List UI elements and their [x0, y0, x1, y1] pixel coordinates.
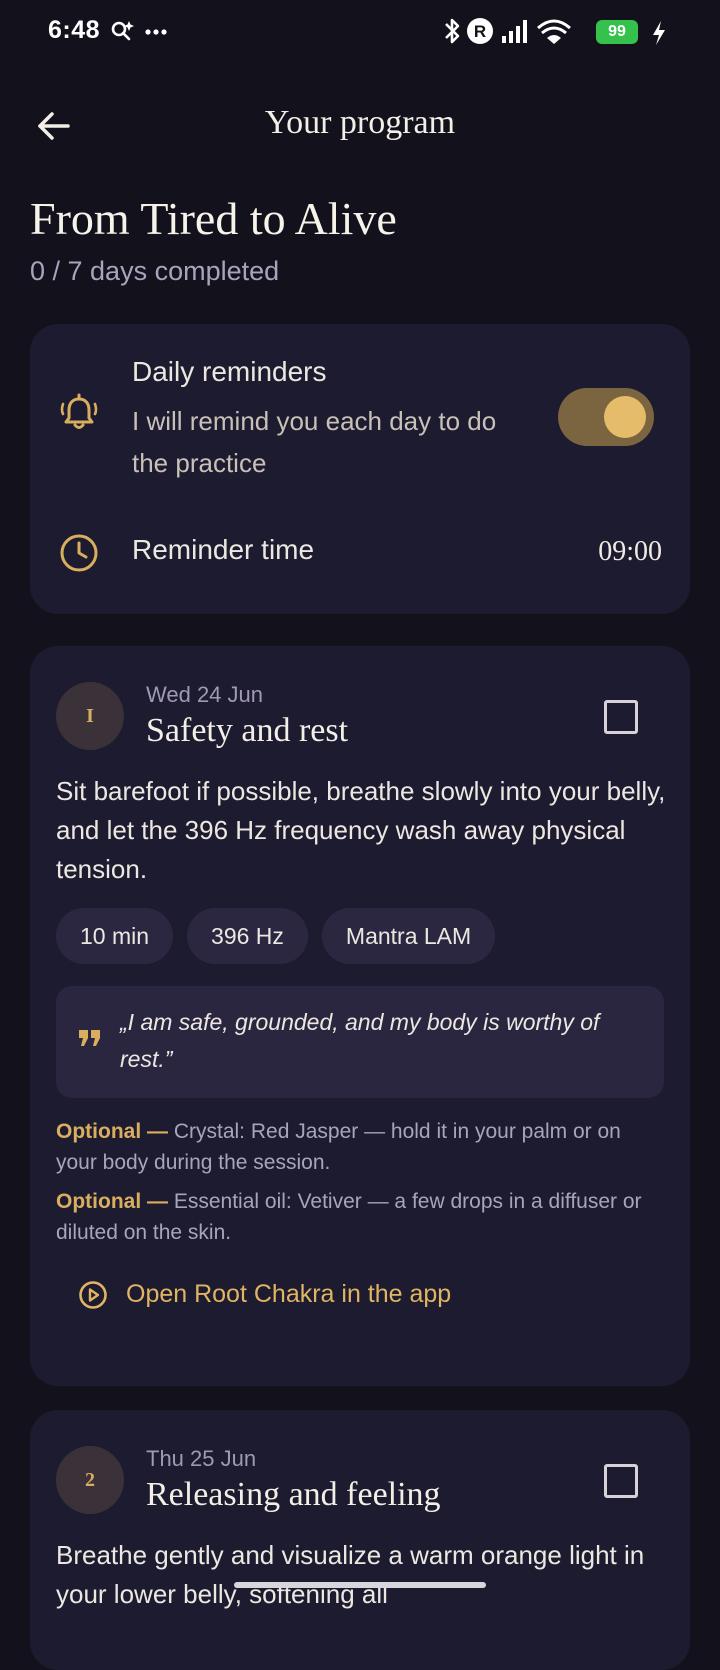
- bell-icon: [60, 393, 98, 429]
- search-sparkle-icon: [111, 21, 167, 41]
- day-description: Breathe gently and visualize a warm oran…: [56, 1540, 645, 1609]
- r-badge-icon: R: [467, 18, 493, 44]
- optional-label: Optional —: [56, 1120, 168, 1143]
- day-description: Sit barefoot if possible, breathe slowly…: [56, 776, 666, 884]
- home-indicator[interactable]: [234, 1582, 486, 1588]
- play-circle-icon: [79, 1281, 107, 1309]
- status-left-icons: [110, 18, 190, 53]
- open-in-app-label: Open Root Chakra in the app: [126, 1280, 452, 1308]
- reminder-time-value[interactable]: 09:00: [598, 536, 662, 568]
- duration-chip: 10 min: [56, 908, 174, 964]
- frequency-chip: 396 Hz: [187, 908, 308, 964]
- charging-icon: [653, 21, 665, 45]
- program-progress: 0 / 7 days completed: [30, 256, 280, 286]
- quote-icon: [79, 1030, 100, 1046]
- status-time: 6:48: [48, 16, 101, 44]
- wifi-icon: [537, 19, 571, 44]
- day-complete-checkbox[interactable]: [604, 700, 638, 734]
- reminder-time-label: Reminder time: [132, 534, 315, 565]
- day-title: Releasing and feeling: [146, 1476, 441, 1513]
- battery-icon: 99: [596, 20, 638, 44]
- clock-icon: [60, 534, 98, 572]
- toggle-knob: [604, 396, 646, 438]
- reminders-title: Daily reminders: [132, 356, 327, 387]
- svg-text:R: R: [474, 22, 486, 41]
- day-card: I Wed 24 Jun Safety and rest Sit barefoo…: [30, 646, 690, 1386]
- mantra-chip: Mantra LAM: [321, 908, 496, 964]
- day-complete-checkbox[interactable]: [604, 1464, 638, 1498]
- optional-label: Optional —: [56, 1190, 168, 1213]
- day-number-badge: I: [56, 682, 124, 750]
- optional-oil: Optional — Essential oil: Vetiver — a fe…: [56, 1186, 666, 1248]
- program-title: From Tired to Alive: [30, 193, 397, 244]
- status-bar: 6:48 R 99: [0, 0, 720, 64]
- signal-icon: [502, 20, 527, 43]
- bluetooth-icon: [445, 18, 460, 44]
- day-chips: 10 min 396 Hz Mantra LAM: [56, 908, 509, 964]
- reminders-description: I will remind you each day to do the pra…: [132, 406, 497, 478]
- status-right-icons: R: [440, 16, 590, 50]
- day-date: Thu 25 Jun: [146, 1446, 257, 1471]
- day-card: 2 Thu 25 Jun Releasing and feeling Breat…: [30, 1410, 690, 1670]
- day-number-badge: 2: [56, 1446, 124, 1514]
- affirmation-quote: „I am safe, grounded, and my body is wor…: [56, 986, 664, 1098]
- optional-crystal: Optional — Crystal: Red Jasper — hold it…: [56, 1116, 666, 1178]
- page-title: Your program: [264, 104, 456, 141]
- day-date: Wed 24 Jun: [146, 682, 264, 707]
- reminders-toggle[interactable]: [558, 388, 654, 446]
- reminder-card: Daily reminders I will remind you each d…: [30, 324, 690, 614]
- affirmation-text: „I am safe, grounded, and my body is wor…: [120, 1009, 600, 1072]
- day-title: Safety and rest: [146, 712, 349, 749]
